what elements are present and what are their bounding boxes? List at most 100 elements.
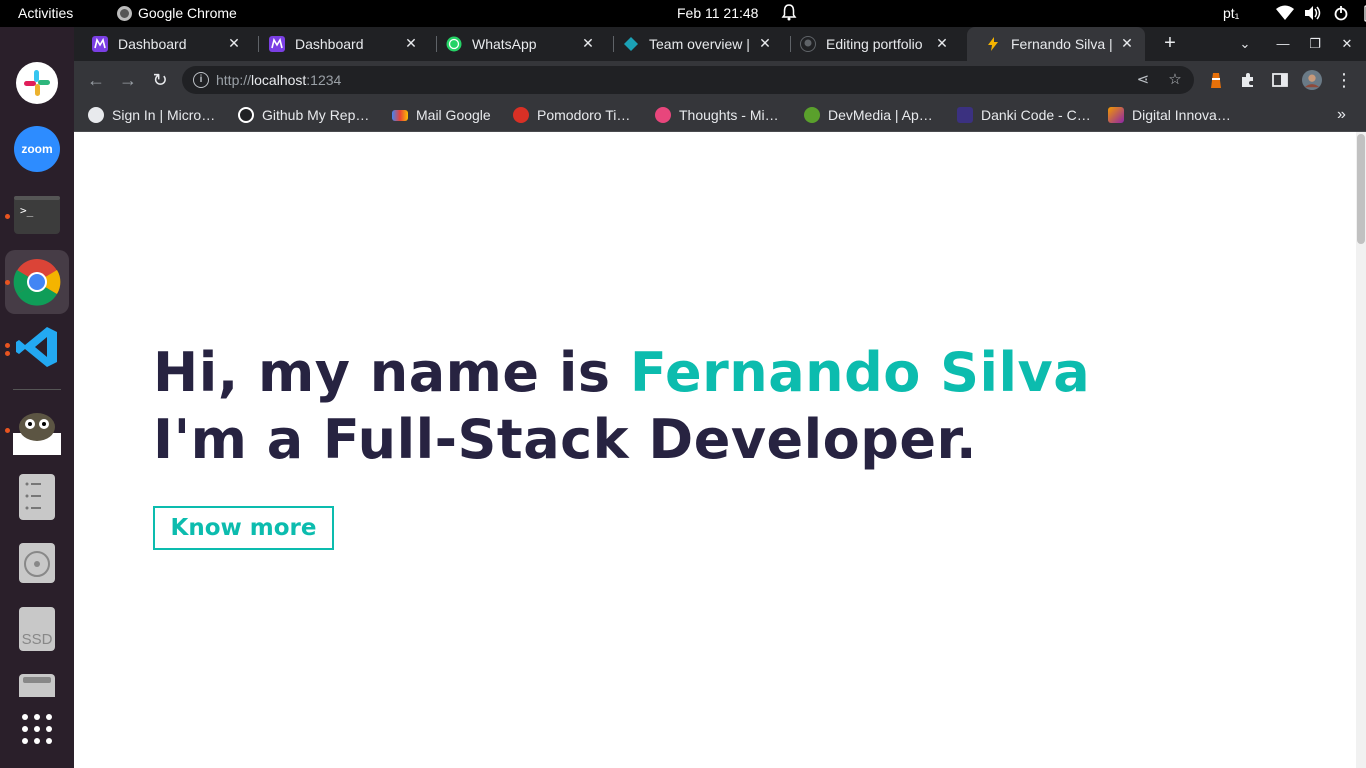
site-info-icon[interactable]: i (193, 72, 209, 88)
scrollbar-thumb[interactable] (1357, 134, 1365, 244)
clock[interactable]: Feb 11 21:48 (677, 5, 758, 21)
svg-text:>_: >_ (20, 204, 34, 217)
zoom-icon[interactable]: zoom (13, 125, 61, 173)
tab-whatsapp[interactable]: WhatsApp ✕ (428, 27, 606, 61)
more-menu-icon[interactable]: ⋮ (1334, 70, 1354, 90)
url-host: localhost (251, 72, 307, 88)
extensions-puzzle-icon[interactable] (1238, 70, 1258, 90)
bookmark-star-icon[interactable]: ☆ (1166, 71, 1184, 89)
alarm-icon[interactable] (781, 3, 797, 21)
page-scrollbar[interactable] (1356, 132, 1366, 768)
input-language[interactable]: pt₁ (1223, 5, 1239, 21)
dashboard-favicon (92, 36, 108, 52)
tomato-icon (513, 107, 529, 123)
back-icon[interactable]: ← (84, 68, 108, 92)
running-indicator (5, 214, 10, 219)
tab-dashboard-2[interactable]: Dashboard ✕ (251, 27, 429, 61)
gmail-icon (392, 109, 408, 121)
terminal-icon[interactable]: >_ (13, 191, 61, 239)
bookmark-label: Digital Innova… (1132, 107, 1231, 123)
bookmark-item[interactable]: Digital Innova… (1108, 105, 1231, 125)
close-tab-icon[interactable]: ✕ (934, 35, 950, 51)
tab-editing-portfolio[interactable]: Editing portfolio ✕ (782, 27, 960, 61)
bookmark-item[interactable]: Pomodoro Ti… (513, 105, 630, 125)
bookmark-label: DevMedia | Ap… (828, 107, 933, 123)
close-tab-icon[interactable]: ✕ (757, 35, 773, 51)
whatsapp-favicon (446, 36, 462, 52)
tab-team-overview[interactable]: Team overview | ✕ (605, 27, 783, 61)
running-indicator (5, 280, 10, 285)
vscode-icon[interactable] (13, 323, 61, 371)
globe-icon (88, 107, 104, 123)
hero-greeting: Hi, my name is (153, 341, 630, 404)
know-more-button[interactable]: Know more (153, 506, 334, 550)
tab-search-icon[interactable]: ⌄ (1235, 34, 1255, 54)
activities-button[interactable]: Activities (18, 5, 73, 21)
bookmark-item[interactable]: Danki Code - C… (957, 105, 1091, 125)
slack-icon[interactable] (13, 59, 61, 107)
bookmark-label: Github My Rep… (262, 107, 370, 123)
page-content: Hi, my name is Fernando Silva I'm a Full… (74, 132, 1366, 768)
forward-icon[interactable]: → (116, 68, 140, 92)
thoughts-icon (655, 107, 671, 123)
files-icon[interactable] (13, 473, 61, 521)
ssd-drive-icon[interactable]: SSD (13, 605, 61, 653)
close-tab-icon[interactable]: ✕ (226, 35, 242, 51)
ssd-label: SSD (21, 631, 53, 648)
bookmark-item[interactable]: Mail Google (392, 105, 491, 125)
chrome-icon[interactable] (13, 258, 61, 306)
tab-fernando-silva[interactable]: Fernando Silva | ✕ (967, 27, 1145, 61)
close-window-icon[interactable]: ✕ (1337, 34, 1357, 54)
url-text[interactable]: http://localhost:1234 (216, 72, 341, 88)
close-tab-icon[interactable]: ✕ (1119, 35, 1135, 51)
app-grid-icon[interactable] (13, 705, 61, 753)
github-icon (238, 107, 254, 123)
zoom-label: zoom (21, 142, 53, 156)
bookmark-item[interactable]: Thoughts - Mi… (655, 105, 779, 125)
active-app-menu[interactable]: Google Chrome (117, 5, 237, 21)
dock-separator (13, 389, 61, 390)
hero-name: Fernando Silva (629, 341, 1091, 404)
disc-icon[interactable] (13, 539, 61, 587)
power-icon (1332, 4, 1350, 22)
volume-icon (1304, 4, 1322, 22)
tab-dashboard-1[interactable]: Dashboard ✕ (74, 27, 252, 61)
close-tab-icon[interactable]: ✕ (403, 35, 419, 51)
bookmark-item[interactable]: Github My Rep… (238, 105, 369, 125)
restore-icon[interactable]: ❐ (1305, 34, 1325, 54)
system-tray[interactable] (1276, 4, 1366, 22)
bookmark-label: Thoughts - Mi… (679, 107, 779, 123)
side-panel-icon[interactable] (1270, 70, 1290, 90)
tab-strip: Dashboard ✕ Dashboard ✕ WhatsApp ✕ Team … (74, 27, 1366, 61)
profile-avatar[interactable] (1302, 70, 1322, 90)
running-indicator (5, 428, 10, 433)
chrome-mini-icon (117, 5, 132, 21)
github-favicon (800, 36, 816, 52)
close-tab-icon[interactable]: ✕ (580, 35, 596, 51)
drive-icon[interactable] (13, 671, 61, 697)
hero-line-1: Hi, my name is Fernando Silva (153, 339, 1090, 406)
reload-icon[interactable]: ↻ (148, 68, 172, 92)
bookmark-item[interactable]: DevMedia | Ap… (804, 105, 933, 125)
gimp-icon[interactable] (13, 407, 61, 455)
share-icon[interactable]: ⋖ (1134, 71, 1152, 89)
dock: zoom >_ SSD (0, 27, 74, 768)
running-indicator (5, 351, 10, 356)
bookmark-item[interactable]: Sign In | Micro… (88, 105, 215, 125)
bookmarks-overflow-icon[interactable]: » (1337, 105, 1346, 125)
devmedia-icon (804, 107, 820, 123)
extension-lighthouse-icon[interactable] (1206, 70, 1226, 90)
dashboard-favicon (269, 36, 285, 52)
new-tab-button[interactable]: + (1158, 32, 1182, 56)
running-indicator (5, 343, 10, 348)
bolt-favicon (988, 37, 998, 51)
active-app-label: Google Chrome (138, 5, 237, 21)
wifi-icon (1276, 4, 1294, 22)
browser-window: Dashboard ✕ Dashboard ✕ WhatsApp ✕ Team … (74, 27, 1366, 768)
bookmarks-bar: Sign In | Micro… Github My Rep… Mail Goo… (74, 99, 1366, 132)
minimize-icon[interactable]: — (1273, 34, 1293, 54)
battery-icon (1360, 4, 1366, 22)
address-bar[interactable]: i http://localhost:1234 ⋖ ☆ (182, 66, 1194, 94)
url-port: :1234 (306, 72, 342, 88)
diamond-favicon (624, 37, 638, 51)
